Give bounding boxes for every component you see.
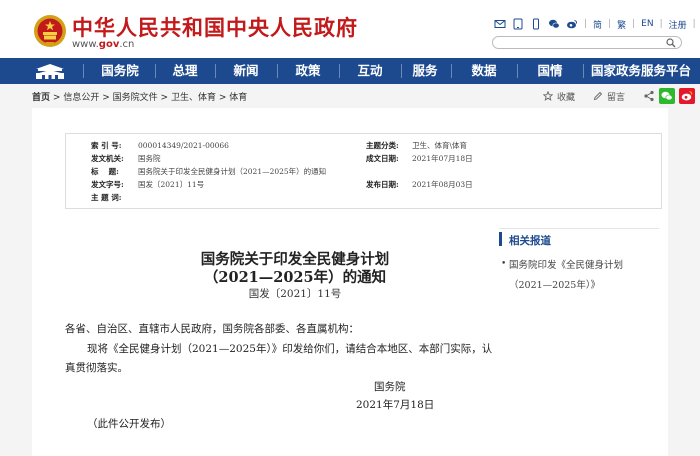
breadcrumb-sep: > xyxy=(218,93,227,103)
tools-divider: | xyxy=(584,19,588,29)
breadcrumb-home[interactable]: 首页 xyxy=(32,93,50,103)
top-tools: | 简 | 繁 | EN | 注册 | 登录 xyxy=(494,17,700,31)
info-row: 索 引 号: 000014349/2021-00066 主题分类: 卫生、体育\… xyxy=(66,139,661,152)
lang-english-link[interactable]: EN xyxy=(641,19,653,29)
breadcrumb-sep: > xyxy=(102,93,110,103)
site-url-gov: gov xyxy=(98,39,120,50)
related-reports-heading: 相关报道 xyxy=(509,235,551,247)
site-url-prefix: www. xyxy=(72,39,99,50)
doc-number-label: 发文字号: xyxy=(91,180,124,189)
title-value: 国务院关于印发全民健身计划（2021—2025年）的通知 xyxy=(138,167,327,176)
title-label: 标 题: xyxy=(91,167,119,176)
tools-divider: | xyxy=(608,19,612,29)
breadcrumb-sep: > xyxy=(52,93,61,103)
breadcrumb-state-council-docs[interactable]: 国务院文件 xyxy=(113,93,158,103)
search-input[interactable] xyxy=(499,44,667,55)
article-title-line-2: （2021—2025年）的通知 xyxy=(203,269,387,286)
breadcrumb-sports[interactable]: 体育 xyxy=(229,93,247,103)
publication-note: （此件公开发布） xyxy=(87,418,171,430)
nav-divider xyxy=(277,64,278,78)
nav-divider xyxy=(451,64,452,78)
site-title[interactable]: 中华人民共和国中央人民政府 xyxy=(72,12,358,42)
keywords-label: 主 题 词: xyxy=(91,193,122,202)
lang-simplified-link[interactable]: 简 xyxy=(593,18,602,31)
favorite-button[interactable]: 收藏 xyxy=(557,90,575,103)
share-tools: 收藏 留言 xyxy=(543,88,696,104)
signer: 国务院 xyxy=(374,381,406,393)
main-nav: 国务院 总理 新闻 政策 互动 服务 数据 国情 国家政务服务平台 xyxy=(0,58,700,84)
published-date-value: 2021年08月03日 xyxy=(412,180,473,189)
related-report-link-line-1[interactable]: 国务院印发《全民健身计划 xyxy=(509,257,623,271)
breadcrumb-info-disclosure[interactable]: 信息公开 xyxy=(63,93,99,103)
site-url-suffix: .cn xyxy=(119,39,135,50)
breadcrumb: 首页 > 信息公开 > 国务院文件 > 卫生、体育 > 体育 xyxy=(32,90,247,103)
breadcrumb-health-sports[interactable]: 卫生、体育 xyxy=(171,93,216,103)
national-emblem-icon[interactable] xyxy=(33,13,67,49)
body-line-1: 现将《全民健身计划（2021—2025年）》印发给你们，请结合本地区、本部门实际… xyxy=(87,343,493,355)
related-accent-bar xyxy=(499,232,502,246)
index-value: 000014349/2021-00066 xyxy=(138,141,229,150)
nav-divider xyxy=(155,64,156,78)
nav-divider xyxy=(517,64,518,78)
pencil-icon[interactable] xyxy=(593,91,603,101)
info-row: 主 题 词: xyxy=(66,191,661,204)
tools-divider: | xyxy=(632,19,636,29)
tablet-icon[interactable] xyxy=(512,18,524,30)
register-link[interactable]: 注册 xyxy=(669,18,687,31)
nav-item-service[interactable]: 服务 xyxy=(406,58,444,84)
published-date-label: 发布日期: xyxy=(366,180,399,189)
info-row: 发文机关: 国务院 成文日期: 2021年07月18日 xyxy=(66,152,661,165)
related-bullet: • xyxy=(501,259,507,269)
nav-item-premier[interactable]: 总理 xyxy=(160,58,210,84)
body-line-2: 真贯彻落实。 xyxy=(65,362,128,374)
tools-divider: | xyxy=(659,19,663,29)
nav-item-news[interactable]: 新闻 xyxy=(220,58,272,84)
document-info-table: 索 引 号: 000014349/2021-00066 主题分类: 卫生、体育\… xyxy=(65,133,662,209)
nav-item-data[interactable]: 数据 xyxy=(456,58,512,84)
tools-divider: | xyxy=(692,19,696,29)
mail-icon[interactable] xyxy=(494,18,506,30)
nav-divider xyxy=(339,64,340,78)
site-header: 中华人民共和国中央人民政府 www.gov.cn | 简 | 繁 | EN | … xyxy=(0,0,700,58)
tiananmen-icon[interactable] xyxy=(30,61,70,81)
comment-button[interactable]: 留言 xyxy=(607,90,625,103)
wechat-share-icon[interactable] xyxy=(659,88,676,104)
site-url[interactable]: www.gov.cn xyxy=(72,39,134,50)
nav-divider xyxy=(215,64,216,78)
doc-number-value: 国发〔2021〕11号 xyxy=(138,180,205,189)
wechat-icon[interactable] xyxy=(548,18,560,30)
info-row: 发文字号: 国发〔2021〕11号 发布日期: 2021年08月03日 xyxy=(66,178,661,191)
index-label: 索 引 号: xyxy=(91,141,122,150)
share-icon[interactable] xyxy=(643,90,655,102)
nav-item-state-council[interactable]: 国务院 xyxy=(90,58,150,84)
issuer-label: 发文机关: xyxy=(91,154,124,163)
star-icon[interactable] xyxy=(543,91,553,101)
search-box xyxy=(492,36,682,55)
info-row: 标 题: 国务院关于印发全民健身计划（2021—2025年）的通知 xyxy=(66,165,661,178)
search-icon[interactable] xyxy=(666,38,676,48)
nav-item-interaction[interactable]: 互动 xyxy=(344,58,396,84)
nav-item-policy[interactable]: 政策 xyxy=(282,58,334,84)
category-value: 卫生、体育\体育 xyxy=(412,141,468,150)
lang-traditional-link[interactable]: 繁 xyxy=(617,18,626,31)
article-doc-number: 国发〔2021〕11号 xyxy=(248,288,342,300)
created-date-label: 成文日期: xyxy=(366,154,399,163)
nav-divider xyxy=(401,64,402,78)
salutation: 各省、自治区、直辖市人民政府，国务院各部委、各直属机构： xyxy=(65,323,359,335)
category-label: 主题分类: xyxy=(366,141,399,150)
nav-item-national-info[interactable]: 国情 xyxy=(522,58,578,84)
weibo-icon[interactable] xyxy=(566,18,578,30)
signing-date: 2021年7月18日 xyxy=(356,399,435,411)
related-divider xyxy=(499,228,659,229)
weibo-share-icon[interactable] xyxy=(679,88,696,104)
nav-item-gov-service-platform[interactable]: 国家政务服务平台 xyxy=(586,58,696,84)
mobile-icon[interactable] xyxy=(530,18,542,30)
nav-divider xyxy=(83,64,84,78)
issuer-value: 国务院 xyxy=(138,154,161,163)
related-report-link-line-2[interactable]: （2021—2025年）》 xyxy=(509,277,600,291)
created-date-value: 2021年07月18日 xyxy=(412,154,473,163)
nav-divider xyxy=(583,64,584,78)
breadcrumb-sep: > xyxy=(160,93,169,103)
